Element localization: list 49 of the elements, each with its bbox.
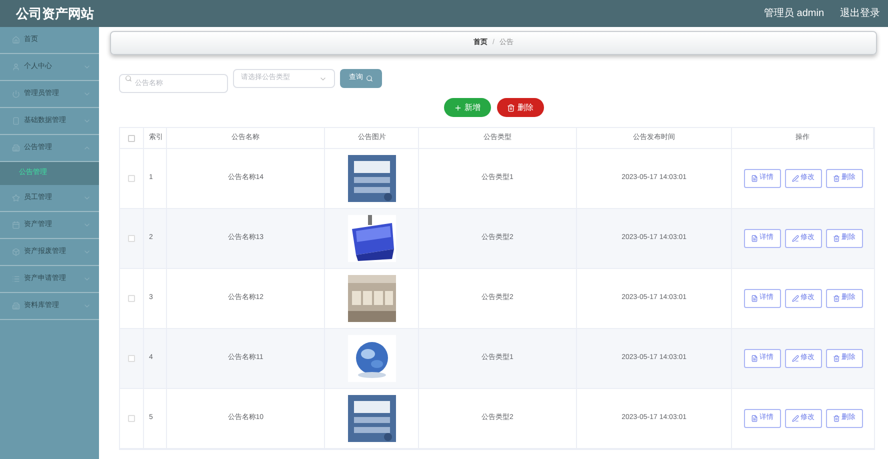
trash-icon [832,415,840,422]
document-icon [750,175,758,182]
search-icon [366,75,373,82]
delete-button[interactable]: 删除 [496,98,544,117]
add-button[interactable]: 新增 [444,98,490,117]
person-icon [12,63,20,71]
caret-icon [83,144,91,152]
row-checkbox[interactable] [128,235,135,242]
select-all-checkbox[interactable] [128,134,135,142]
trash-icon [832,235,840,242]
list-icon [12,275,20,283]
trash-icon [832,355,840,362]
caret-icon [83,302,91,310]
trash-icon [506,104,514,112]
building-icon [12,302,20,310]
home-icon [12,36,20,44]
pen-icon [792,295,799,302]
pen-icon [792,175,799,182]
document-icon [750,415,758,422]
phone-icon [12,117,20,125]
caret-icon [83,117,91,125]
caret-icon [83,275,91,283]
caret-icon [83,221,91,229]
site-title: 公司资产网站 [16,4,94,23]
document-icon [750,235,758,242]
search-icon [125,75,132,82]
caret-icon [83,63,91,71]
row-checkbox[interactable] [128,355,135,362]
user-label: 管理员 admin [764,7,824,21]
plus-icon [454,104,462,112]
pen-icon [792,415,799,422]
pen-icon [792,235,799,242]
trash-icon [832,295,840,302]
pen-icon [792,355,799,362]
caret-icon [83,90,91,98]
document-icon [750,295,758,302]
trash-icon [832,175,840,182]
document-icon [750,355,758,362]
row-checkbox[interactable] [128,415,135,422]
caret-icon [83,194,91,202]
caret-icon [83,248,91,256]
building-icon [12,144,20,152]
star-icon [12,194,20,202]
power-icon [12,90,20,98]
row-checkbox[interactable] [128,295,135,302]
box-icon [12,248,20,256]
logout-link[interactable]: 退出登录 [840,6,880,21]
row-checkbox[interactable] [128,175,135,182]
calendar-icon [12,221,20,229]
